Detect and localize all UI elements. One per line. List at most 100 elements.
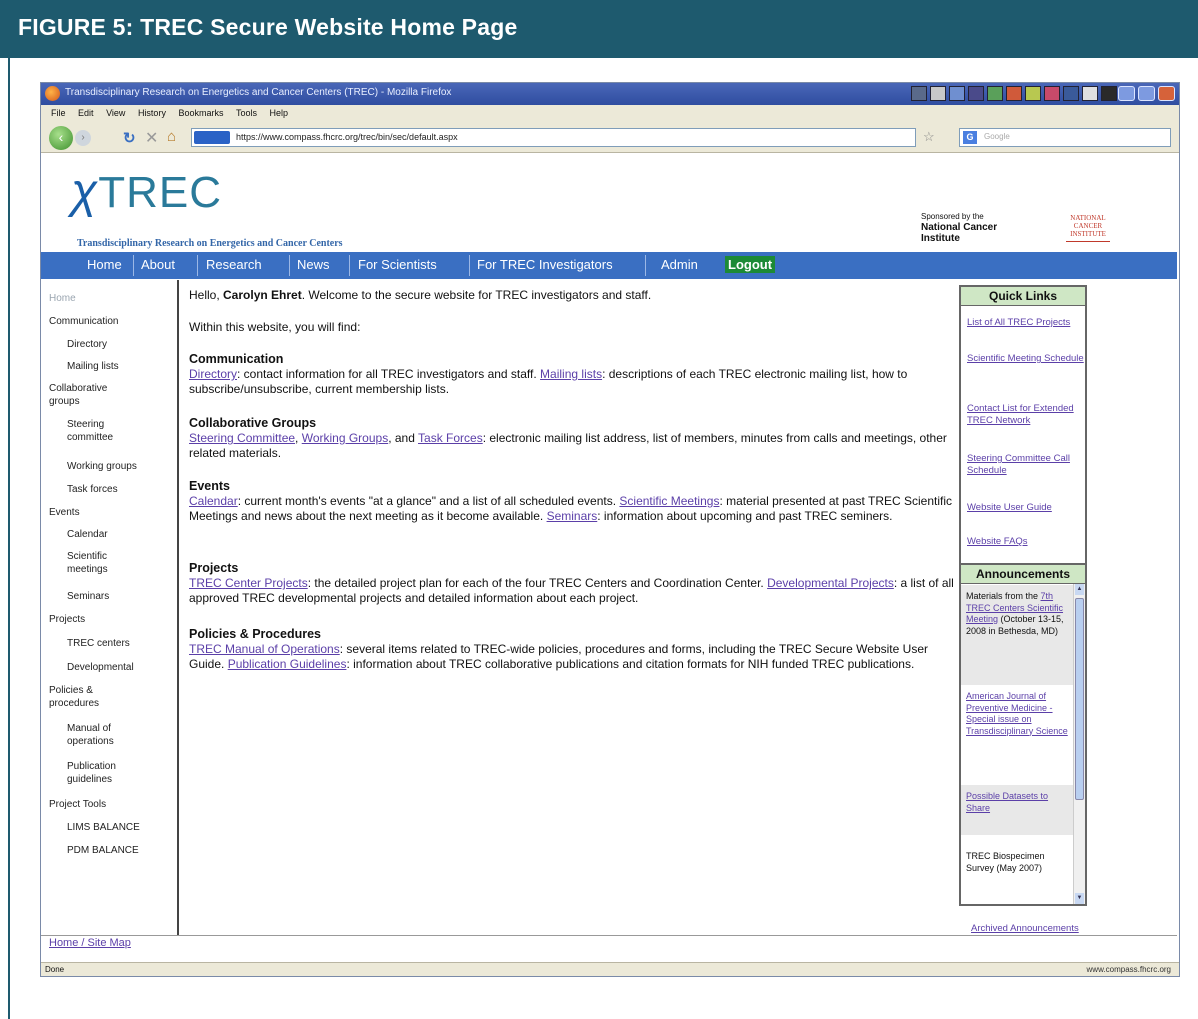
quick-link-item[interactable]: Contact List for Extended TREC Network: [967, 403, 1085, 427]
quick-link-item[interactable]: Steering Committee Call Schedule: [967, 453, 1085, 477]
sidebar-item-developmental[interactable]: Developmental: [67, 661, 134, 674]
tray-icon[interactable]: [968, 86, 984, 101]
sidebar-item-scientific-meetings[interactable]: Scientific meetings: [67, 550, 127, 576]
footer-divider: [41, 935, 1177, 936]
intro-text: Within this website, you will find:: [189, 320, 361, 334]
sidebar-item-pdm-balance[interactable]: PDM BALANCE: [67, 844, 139, 857]
quick-link-item[interactable]: Scientific Meeting Schedule: [967, 353, 1085, 365]
quick-link-item[interactable]: Website FAQs: [967, 536, 1085, 548]
sponsor-line: National Cancer: [921, 222, 998, 233]
taskbar-tray: [911, 86, 1117, 101]
menu-file[interactable]: File: [51, 108, 66, 118]
menu-bar: File Edit View History Bookmarks Tools H…: [41, 105, 1179, 123]
announcement-item: TREC Biospecimen Survey (May 2007): [961, 845, 1073, 895]
seminars-link[interactable]: Seminars: [547, 509, 598, 523]
close-button[interactable]: [1158, 86, 1175, 101]
nav-admin[interactable]: Admin: [661, 257, 698, 272]
home-icon[interactable]: ⌂: [167, 128, 176, 145]
sidebar-item-policies-procedures[interactable]: Policies & procedures: [49, 684, 119, 710]
tray-icon[interactable]: [1063, 86, 1079, 101]
tray-icon[interactable]: [1082, 86, 1098, 101]
section-heading-collaborative-groups: Collaborative Groups: [189, 416, 317, 430]
announcements-scrollbar[interactable]: ▲ ▼: [1073, 584, 1085, 904]
sidebar-item-steering-committee[interactable]: Steering committee: [67, 418, 137, 444]
bookmark-star-icon[interactable]: ☆: [923, 129, 935, 145]
trec-logo[interactable]: χTREC: [71, 164, 222, 219]
greeting-text: Hello,: [189, 288, 224, 302]
google-icon[interactable]: G: [963, 131, 977, 144]
sidebar-item-lims-balance[interactable]: LIMS BALANCE: [67, 821, 140, 834]
sidebar-item-projects[interactable]: Projects: [49, 613, 85, 626]
sidebar-item-seminars[interactable]: Seminars: [67, 590, 109, 603]
sidebar-item-manual-of-operations[interactable]: Manual of operations: [67, 722, 127, 748]
sidebar-item-trec-centers[interactable]: TREC centers: [67, 637, 130, 650]
announcement-link[interactable]: Possible Datasets to Share: [966, 791, 1048, 813]
tray-icon[interactable]: [1044, 86, 1060, 101]
back-arrow-icon[interactable]: ‹: [49, 126, 73, 150]
nav-research[interactable]: Research: [206, 257, 262, 272]
tray-icon[interactable]: [1025, 86, 1041, 101]
sidebar-item-calendar[interactable]: Calendar: [67, 528, 108, 541]
site-identity-icon[interactable]: [194, 131, 230, 144]
sidebar-item-task-forces[interactable]: Task forces: [67, 483, 118, 496]
menu-view[interactable]: View: [106, 108, 125, 118]
archived-announcements-link[interactable]: Archived Announcements: [971, 923, 1079, 934]
scroll-down-arrow-icon[interactable]: ▼: [1075, 893, 1084, 904]
nci-logo[interactable]: NATIONAL CANCER INSTITUTE: [1066, 214, 1110, 242]
sidebar-item-directory[interactable]: Directory: [67, 338, 107, 351]
nav-home[interactable]: Home: [87, 257, 122, 272]
publication-guidelines-link[interactable]: Publication Guidelines: [228, 657, 347, 671]
search-input[interactable]: G Google: [959, 128, 1171, 147]
nav-news[interactable]: News: [297, 257, 330, 272]
steering-committee-link[interactable]: Steering Committee: [189, 431, 295, 445]
tray-icon[interactable]: [930, 86, 946, 101]
sidebar-item-publication-guidelines[interactable]: Publication guidelines: [67, 760, 127, 786]
trec-center-projects-link[interactable]: TREC Center Projects: [189, 576, 308, 590]
minimize-button[interactable]: [1118, 86, 1135, 101]
forward-arrow-icon[interactable]: ›: [75, 130, 91, 146]
quick-link-item[interactable]: List of All TREC Projects: [967, 317, 1085, 329]
sidebar-item-collaborative-groups[interactable]: Collaborative groups: [49, 382, 119, 408]
menu-tools[interactable]: Tools: [236, 108, 257, 118]
sidebar-item-home[interactable]: Home: [49, 292, 76, 305]
sidebar-item-project-tools[interactable]: Project Tools: [49, 798, 106, 811]
url-bar[interactable]: https://www.compass.fhcrc.org/trec/bin/s…: [191, 128, 916, 147]
task-forces-link[interactable]: Task Forces: [418, 431, 483, 445]
figure-banner: FIGURE 5: TREC Secure Website Home Page: [0, 0, 1198, 58]
announcements-panel: Announcements Materials from the 7th TRE…: [959, 563, 1087, 906]
calendar-link[interactable]: Calendar: [189, 494, 238, 508]
menu-history[interactable]: History: [138, 108, 166, 118]
scientific-meetings-link[interactable]: Scientific Meetings: [619, 494, 719, 508]
scroll-thumb[interactable]: [1075, 598, 1084, 800]
mailing-lists-link[interactable]: Mailing lists: [540, 367, 602, 381]
menu-help[interactable]: Help: [270, 108, 289, 118]
tray-icon[interactable]: [987, 86, 1003, 101]
manual-of-operations-link[interactable]: TREC Manual of Operations: [189, 642, 340, 656]
nav-about[interactable]: About: [141, 257, 175, 272]
reload-icon[interactable]: ↻: [123, 129, 136, 147]
working-groups-link[interactable]: Working Groups: [302, 431, 388, 445]
nav-for-scientists[interactable]: For Scientists: [358, 257, 437, 272]
announcement-link[interactable]: American Journal of Preventive Medicine …: [966, 691, 1068, 736]
nav-for-trec-investigators[interactable]: For TREC Investigators: [477, 257, 613, 272]
sidebar-item-communication[interactable]: Communication: [49, 315, 118, 328]
sidebar-item-working-groups[interactable]: Working groups: [67, 460, 137, 473]
quick-link-item[interactable]: Website User Guide: [967, 502, 1085, 514]
developmental-projects-link[interactable]: Developmental Projects: [767, 576, 894, 590]
scroll-up-arrow-icon[interactable]: ▲: [1075, 584, 1084, 595]
logout-button[interactable]: Logout: [725, 256, 776, 273]
menu-edit[interactable]: Edit: [78, 108, 94, 118]
sidebar-divider: [177, 280, 179, 935]
tray-icon[interactable]: [1101, 86, 1117, 101]
announcements-title: Announcements: [961, 565, 1085, 584]
sidebar-item-events[interactable]: Events: [49, 506, 80, 519]
tray-icon[interactable]: [949, 86, 965, 101]
stop-icon[interactable]: ✕: [145, 128, 158, 148]
directory-link[interactable]: Directory: [189, 367, 237, 381]
home-site-map-link[interactable]: Home / Site Map: [49, 937, 131, 949]
tray-icon[interactable]: [911, 86, 927, 101]
maximize-button[interactable]: [1138, 86, 1155, 101]
sidebar-item-mailing-lists[interactable]: Mailing lists: [67, 360, 119, 373]
tray-icon[interactable]: [1006, 86, 1022, 101]
menu-bookmarks[interactable]: Bookmarks: [178, 108, 223, 118]
